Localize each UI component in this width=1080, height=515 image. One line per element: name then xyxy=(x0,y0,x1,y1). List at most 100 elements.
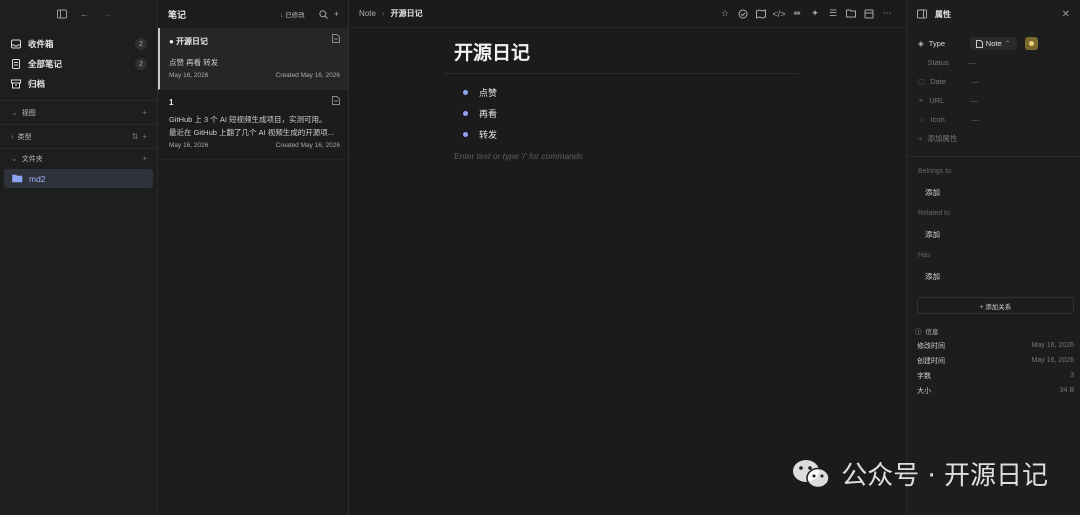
note-preview: 点赞 再看 转发 xyxy=(169,58,219,67)
link-icon: ⚭ xyxy=(918,96,925,105)
list-item[interactable]: 转发 xyxy=(463,124,804,145)
info-key: 大小 xyxy=(917,387,931,395)
plus-icon: + xyxy=(918,134,923,143)
property-key: URL xyxy=(929,96,945,105)
info-key: 修改时间 xyxy=(917,342,945,350)
forward-arrow-icon[interactable]: → xyxy=(102,9,113,20)
magic-icon[interactable]: ✦ xyxy=(806,5,824,23)
sidebar-item-label: 全部笔记 xyxy=(28,59,63,69)
note-title: 1 xyxy=(169,98,174,107)
folder-label: md2 xyxy=(29,173,46,184)
info-key: 字数 xyxy=(917,372,931,380)
plus-icon[interactable]: + xyxy=(142,132,147,141)
add-note-icon[interactable]: + xyxy=(334,9,339,19)
list-item[interactable]: 点赞 xyxy=(463,82,804,103)
chevron-right-icon: › xyxy=(11,132,14,141)
type-select[interactable]: Note ⌃ xyxy=(969,37,1017,50)
info-value: 34 B xyxy=(1059,387,1074,394)
sidebar-item-all-notes[interactable]: 全部笔记 2 xyxy=(0,54,157,74)
bullet-dot xyxy=(463,90,468,95)
section-label: 视图 xyxy=(21,109,36,117)
property-date[interactable]: ▢ Date — xyxy=(907,72,1080,91)
add-property-button[interactable]: + 添加属性 xyxy=(907,129,1080,148)
editor-header: Note › 开源日记 ☆ </> ⇹ ✦ ☰ ⋯ xyxy=(349,0,906,28)
folder-open-icon xyxy=(12,174,23,183)
code-icon[interactable]: </> xyxy=(770,5,788,23)
sort-button[interactable]: ↓ 已修改 xyxy=(280,9,305,19)
info-row: 大小 34 B xyxy=(907,383,1080,398)
back-arrow-icon[interactable]: ← xyxy=(79,9,90,20)
plus-icon[interactable]: + xyxy=(142,108,147,117)
add-relation-button[interactable]: + 添加关系 xyxy=(917,297,1074,314)
info-value: May 16, 2026 xyxy=(1031,342,1074,349)
sidebar-item-inbox[interactable]: 收件箱 2 xyxy=(0,34,157,54)
note-created: Created May 16, 2026 xyxy=(275,72,340,79)
add-has-button[interactable]: 添加 xyxy=(907,263,1080,291)
section-label: 文件夹 xyxy=(21,155,43,163)
archive-icon xyxy=(11,79,21,89)
note-list-header: 笔记 ↓ 已修改 + xyxy=(158,0,348,28)
note-meta: May 16, 2026 Created May 16, 2026 xyxy=(169,72,340,79)
plus-icon[interactable]: + xyxy=(142,154,147,163)
editor-content[interactable]: 开源日记 点赞 再看 转发 Enter text or type '/' for… xyxy=(444,38,804,161)
star-icon[interactable]: ☆ xyxy=(716,5,734,23)
sort-label: 已修改 xyxy=(285,12,305,19)
section-folders[interactable]: ⌄ 文件夹 + xyxy=(0,148,157,168)
sidebar-item-label: 归档 xyxy=(28,79,46,89)
close-icon[interactable]: ✕ xyxy=(1062,9,1070,20)
divider xyxy=(907,156,1080,157)
panel-icon xyxy=(917,9,927,19)
add-related-to-button[interactable]: 添加 xyxy=(907,221,1080,249)
map-icon[interactable] xyxy=(752,5,770,23)
breadcrumb-root[interactable]: Note xyxy=(359,9,376,18)
section-views[interactable]: ⌄ 视图 + xyxy=(0,100,157,124)
note-item[interactable]: ● 开源日记 点赞 再看 转发 May 16, 2026 Created May… xyxy=(158,28,348,90)
bullet-list[interactable]: 点赞 再看 转发 xyxy=(454,82,804,145)
note-list: 笔记 ↓ 已修改 + ● 开源日记 点赞 再看 转发 May 16, 2026 … xyxy=(158,0,349,515)
search-icon[interactable] xyxy=(319,9,328,19)
toggle-sidebar-icon[interactable] xyxy=(56,9,67,20)
archive-box-icon[interactable] xyxy=(860,5,878,23)
property-key: Status xyxy=(927,58,949,67)
sort-icon[interactable]: ⇅ xyxy=(132,132,139,141)
split-icon[interactable]: ⇹ xyxy=(788,5,806,23)
list-item-text: 再看 xyxy=(479,109,498,119)
watermark: 公众号 · 开源日记 xyxy=(791,455,1048,492)
property-value: — xyxy=(970,96,978,105)
folder-item-md2[interactable]: md2 xyxy=(4,169,153,188)
property-url[interactable]: ⚭ URL — xyxy=(907,91,1080,110)
document-icon xyxy=(332,96,340,105)
property-type[interactable]: ◈ Type Note ⌃ xyxy=(907,34,1080,53)
info-row: 创建时间 May 16, 2026 xyxy=(907,353,1080,368)
note-meta: May 16, 2026 Created May 16, 2026 xyxy=(169,142,340,149)
note-item[interactable]: 1 GitHub 上 3 个 AI 短视频生成项目，实测可用。 最近在 GitH… xyxy=(158,90,348,160)
type-color-icon[interactable] xyxy=(1024,37,1038,50)
property-icon[interactable]: ☺ Icon — xyxy=(907,110,1080,129)
info-icon: ⓘ xyxy=(915,329,922,336)
folder-icon[interactable] xyxy=(842,5,860,23)
document-title[interactable]: 开源日记 xyxy=(454,38,804,70)
property-value: — xyxy=(971,115,980,124)
breadcrumb-separator: › xyxy=(381,9,385,18)
note-title-text: 开源日记 xyxy=(176,37,209,46)
sidebar-item-archive[interactable]: 归档 xyxy=(0,74,157,94)
more-icon[interactable]: ⋯ xyxy=(878,5,896,23)
check-circle-icon[interactable] xyxy=(734,5,752,23)
list-item[interactable]: 再看 xyxy=(463,103,804,124)
list-icon[interactable]: ☰ xyxy=(824,5,842,23)
editor-placeholder[interactable]: Enter text or type '/' for commands xyxy=(454,151,804,161)
add-belongs-to-button[interactable]: 添加 xyxy=(907,179,1080,207)
list-item-text: 点赞 xyxy=(479,88,498,98)
bullet-dot xyxy=(463,132,468,137)
info-header: ⓘ 信息 xyxy=(907,324,1080,338)
note-preview: 最近在 GitHub 上翻了几个 AI 视频生成的开源项... xyxy=(169,128,335,137)
notes-icon xyxy=(12,59,20,69)
section-types[interactable]: › 类型 ⇅ + xyxy=(0,124,157,148)
bullet-dot xyxy=(463,111,468,116)
title-divider xyxy=(444,73,799,74)
add-property-label: 添加属性 xyxy=(927,134,958,143)
status-icon: ◌ xyxy=(918,58,923,67)
property-status[interactable]: ◌ Status — xyxy=(907,53,1080,72)
properties-title: 属性 xyxy=(935,9,951,19)
document-icon xyxy=(975,39,983,48)
